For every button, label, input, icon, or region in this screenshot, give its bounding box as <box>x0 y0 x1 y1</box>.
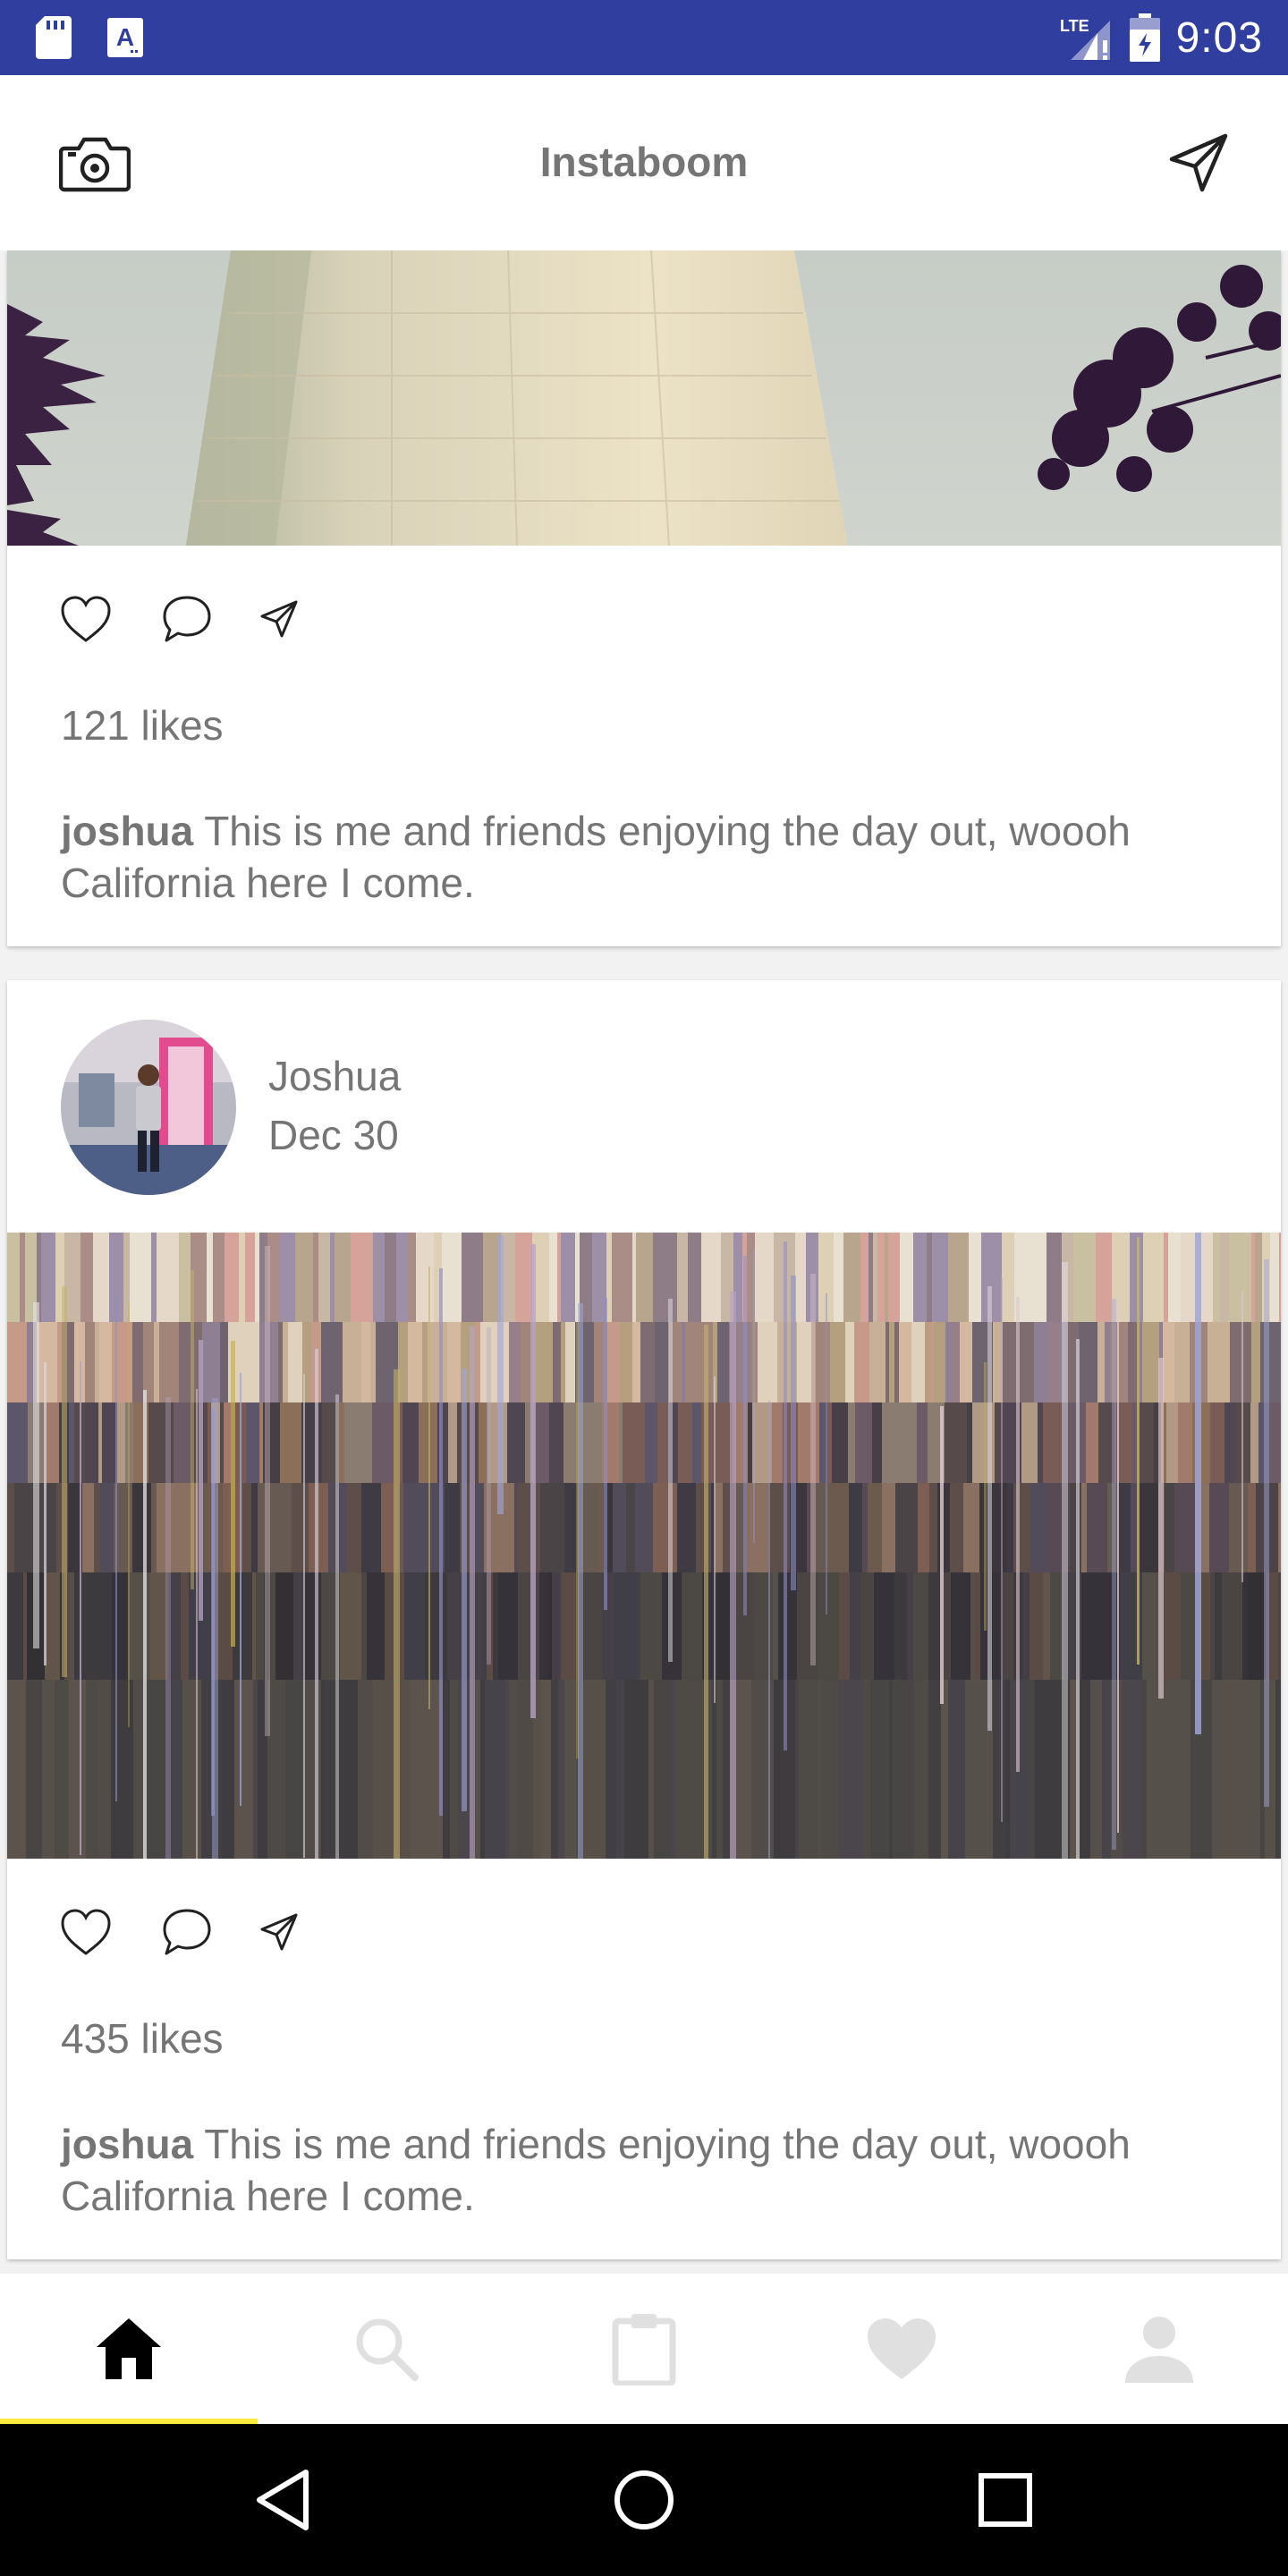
home-button[interactable] <box>599 2455 689 2545</box>
nav-home[interactable] <box>0 2274 258 2424</box>
svg-text:A: A <box>116 23 134 51</box>
heart-icon[interactable] <box>59 594 113 644</box>
post-date: Dec 30 <box>268 1112 399 1158</box>
app-title: Instaboom <box>539 139 749 185</box>
text-a-icon: A <box>107 18 143 57</box>
battery-icon <box>1129 13 1160 62</box>
status-bar: A LTE 9:03 <box>0 0 1288 75</box>
likes-count: 435 likes <box>61 2015 224 2062</box>
post-author[interactable]: Joshua <box>268 1052 401 1100</box>
bottom-navigation <box>0 2274 1288 2424</box>
status-clock: 9:03 <box>1175 13 1263 62</box>
clipboard-icon <box>612 2314 676 2385</box>
profile-icon <box>1125 2317 1193 2383</box>
back-button[interactable] <box>238 2455 327 2545</box>
nav-likes[interactable] <box>773 2274 1030 2424</box>
recents-icon <box>979 2473 1032 2527</box>
svg-text:LTE: LTE <box>1060 17 1089 35</box>
heart-icon <box>868 2318 936 2379</box>
comment-icon[interactable] <box>161 1907 213 1957</box>
nav-profile[interactable] <box>1030 2274 1288 2424</box>
avatar[interactable] <box>61 1020 236 1195</box>
send-icon <box>1169 133 1228 192</box>
post-actions <box>59 592 299 646</box>
status-right: LTE 9:03 <box>1058 0 1263 75</box>
caption-text: This is me and friends enjoying the day … <box>61 2121 1131 2219</box>
post-card: Joshua Dec 30 435 likes joshua This is m… <box>7 980 1281 2259</box>
feed[interactable]: 121 likes joshua This is me and friends … <box>0 250 1288 2274</box>
sd-card-icon <box>36 16 72 59</box>
caption-username[interactable]: joshua <box>61 808 193 854</box>
back-icon <box>257 2470 309 2530</box>
direct-message-button[interactable] <box>1168 132 1229 193</box>
system-navigation-bar <box>0 2424 1288 2576</box>
search-icon <box>356 2318 419 2381</box>
app-bar: Instaboom <box>0 75 1288 250</box>
share-icon[interactable] <box>259 1912 299 1952</box>
post-actions <box>59 1905 299 1959</box>
home-icon <box>97 2318 161 2379</box>
nav-search[interactable] <box>258 2274 515 2424</box>
status-notification-icons: A <box>36 16 143 59</box>
recents-button[interactable] <box>961 2455 1050 2545</box>
likes-count: 121 likes <box>61 702 224 749</box>
comment-icon[interactable] <box>161 594 213 644</box>
lte-signal-icon: LTE <box>1060 17 1110 60</box>
post-photo[interactable] <box>7 250 1281 546</box>
share-icon[interactable] <box>259 599 299 639</box>
post-caption: joshua This is me and friends enjoying t… <box>61 2118 1224 2222</box>
caption-text: This is me and friends enjoying the day … <box>61 808 1131 906</box>
nav-activity-list[interactable] <box>515 2274 773 2424</box>
home-circle-icon <box>614 2470 674 2529</box>
caption-username[interactable]: joshua <box>61 2121 193 2167</box>
post-caption: joshua This is me and friends enjoying t… <box>61 805 1224 909</box>
post-photo[interactable] <box>7 1233 1281 1859</box>
heart-icon[interactable] <box>59 1907 113 1957</box>
post-card: 121 likes joshua This is me and friends … <box>7 250 1281 946</box>
